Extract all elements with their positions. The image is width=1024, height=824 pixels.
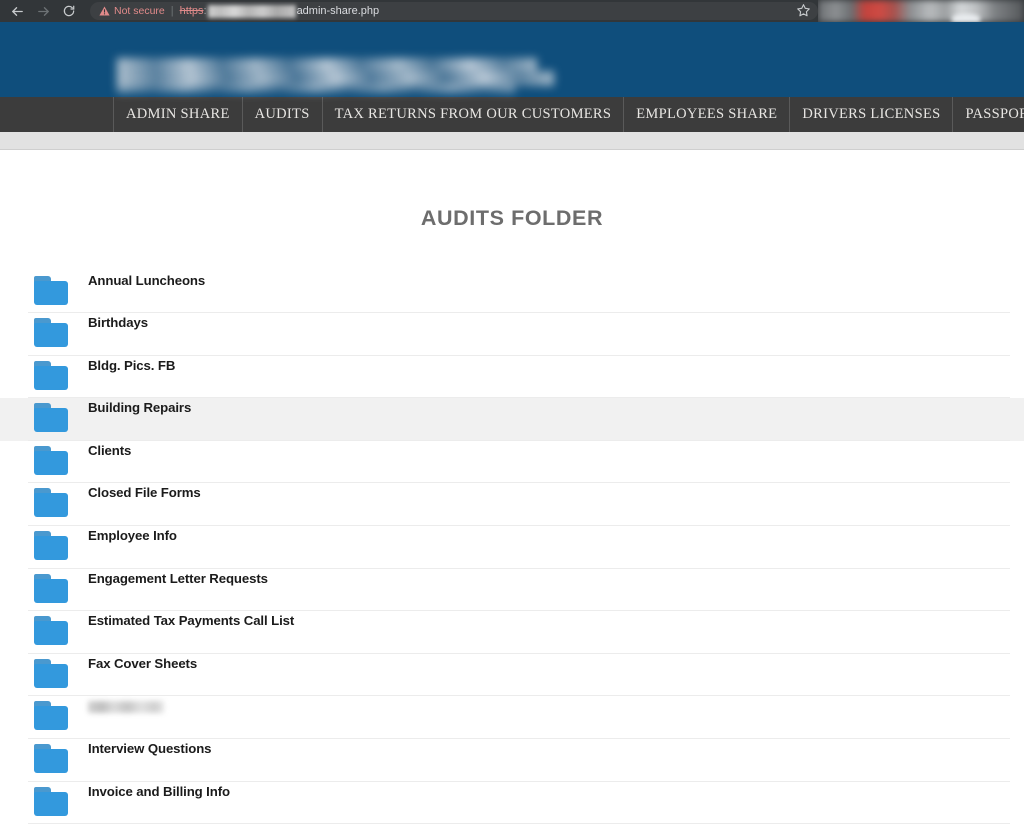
folder-icon [34,276,68,305]
star-icon[interactable] [796,3,812,19]
site-header [0,22,1024,97]
folder-name[interactable]: Interview Questions [88,741,211,757]
address-bar[interactable]: Not secure | https : admin-share.php [90,2,818,20]
main-navigation: ADMIN SHARE AUDITS TAX RETURNS FROM OUR … [0,97,1024,132]
folder-icon [34,446,68,475]
folder-name[interactable]: Invoice and Billing Info [88,784,230,800]
nav-item-audits[interactable]: AUDITS [243,97,323,132]
folder-row[interactable]: Interview Questions [0,739,1024,782]
folder-name[interactable]: Estimated Tax Payments Call List [88,613,294,629]
url-scheme: https [180,5,204,17]
omnibox-divider: | [171,5,174,17]
folder-icon [34,574,68,603]
folder-row[interactable]: Bldg. Pics. FB [0,356,1024,399]
folder-row[interactable]: Engagement Letter Requests [0,569,1024,612]
folder-name-redacted[interactable] [88,701,164,713]
folder-name[interactable]: Employee Info [88,528,177,544]
nav-item-tax-returns[interactable]: TAX RETURNS FROM OUR CUSTOMERS [323,97,625,132]
forward-arrow-icon[interactable] [30,1,56,21]
folder-icon [34,787,68,816]
nav-item-drivers-licenses[interactable]: DRIVERS LICENSES [790,97,953,132]
folder-name[interactable]: Birthdays [88,315,148,331]
folder-icon [34,318,68,347]
page-title: AUDITS FOLDER [0,150,1024,230]
folder-name[interactable]: Engagement Letter Requests [88,571,268,587]
folder-row[interactable]: Clients [0,441,1024,484]
folder-icon [34,744,68,773]
header-accent-band [0,132,1024,150]
nav-item-passports[interactable]: PASSPORTS [953,97,1024,132]
url-path: admin-share.php [297,5,380,17]
company-logo-redacted [117,54,554,96]
browser-toolbar: Not secure | https : admin-share.php [0,0,1024,22]
folder-icon [34,616,68,645]
folder-row[interactable]: Birthdays [0,313,1024,356]
back-arrow-icon[interactable] [4,1,30,21]
folder-name[interactable]: Clients [88,443,131,459]
folder-icon [34,488,68,517]
folder-name[interactable]: Annual Luncheons [88,273,205,289]
nav-item-admin-share[interactable]: ADMIN SHARE [113,97,243,132]
url-scheme-separator: : [204,5,207,17]
folder-icon [34,403,68,432]
folder-row[interactable]: Employee Info [0,526,1024,569]
folder-name[interactable]: Bldg. Pics. FB [88,358,175,374]
folder-row[interactable]: Annual Luncheons [0,271,1024,314]
folder-name[interactable]: Closed File Forms [88,485,201,501]
warning-triangle-icon [99,6,110,16]
folder-row[interactable] [0,696,1024,739]
folder-name[interactable]: Fax Cover Sheets [88,656,197,672]
security-status-label: Not secure [114,5,165,17]
folder-name[interactable]: Building Repairs [88,400,191,416]
folder-row[interactable]: Fax Cover Sheets [0,654,1024,697]
folder-icon [34,701,68,730]
folder-row[interactable]: Invoice and Billing Info [0,782,1024,824]
folder-icon [34,531,68,560]
folder-row[interactable]: Closed File Forms [0,483,1024,526]
url-domain-redacted [208,5,296,18]
folder-row[interactable]: Estimated Tax Payments Call List [0,611,1024,654]
reload-icon[interactable] [56,1,82,21]
nav-item-employees-share[interactable]: EMPLOYEES SHARE [624,97,790,132]
folder-icon [34,659,68,688]
browser-extensions-region-redacted [818,0,1024,22]
folder-row[interactable]: Building Repairs [0,398,1024,441]
page-content: AUDITS FOLDER Annual Luncheons Birthdays B… [0,150,1024,824]
folder-icon [34,361,68,390]
folder-list: Annual Luncheons Birthdays Bldg. Pics. FB B… [0,271,1024,824]
